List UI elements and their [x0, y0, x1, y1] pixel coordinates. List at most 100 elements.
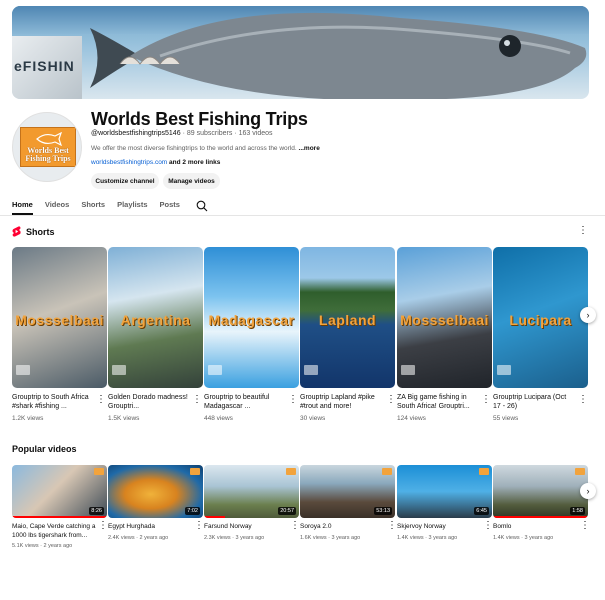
video-meta: 1.4K views · 3 years ago — [397, 535, 458, 541]
video-duration: 1:58 — [570, 507, 585, 515]
video-thumbnail[interactable]: 20:57 — [204, 465, 299, 518]
short-more-icon[interactable]: ⋮ — [386, 395, 396, 405]
watermark-logo — [286, 468, 296, 475]
short-more-icon[interactable]: ⋮ — [288, 395, 298, 405]
popular-next-button[interactable]: › — [580, 483, 596, 499]
short-title[interactable]: Golden Dorado madness! Grouptri... — [108, 393, 190, 411]
video-thumbnail[interactable]: 8:26 — [12, 465, 107, 518]
shorts-next-button[interactable]: › — [580, 307, 596, 323]
video-more-icon[interactable]: ⋮ — [98, 521, 108, 531]
short-views: 30 views — [300, 415, 326, 422]
video-thumbnail[interactable]: 53:13 — [300, 465, 395, 518]
video-title[interactable]: Egypt Hurghada — [108, 522, 194, 531]
short-title[interactable]: Grouptrip to South Africa #shark #fishin… — [12, 393, 94, 411]
short-overlay-text: Mossselbaai — [400, 312, 489, 328]
short-title[interactable]: ZA Big game fishing in South Africa! Gro… — [397, 393, 479, 411]
short-overlay-text: Mossselbaai — [15, 312, 104, 328]
more-links-link[interactable]: and 2 more links — [169, 159, 220, 166]
shorts-section-title: Shorts — [12, 226, 55, 237]
channel-avatar[interactable]: Worlds Best Fishing Trips — [12, 112, 82, 182]
short-thumbnail[interactable]: Madagascar — [204, 247, 299, 388]
description-more-link[interactable]: ...more — [299, 145, 320, 152]
short-more-icon[interactable]: ⋮ — [578, 395, 588, 405]
video-title[interactable]: Maio, Cape Verde catching a 1000 lbs tig… — [12, 522, 98, 540]
channel-banner: eFISHIN — [12, 6, 589, 99]
chevron-right-icon: › — [586, 486, 590, 496]
channel-links: worldsbestfishingtrips.com and 2 more li… — [91, 159, 220, 166]
customize-channel-button[interactable]: Customize channel — [91, 173, 159, 189]
watermark-logo — [401, 365, 415, 375]
tab-videos[interactable]: Videos — [45, 199, 69, 215]
short-views: 1.2K views — [12, 415, 44, 422]
short-thumbnail[interactable]: Mossselbaai — [397, 247, 492, 388]
short-overlay-text: Argentina — [120, 312, 191, 328]
description-text: We offer the most diverse fishingtrips t… — [91, 145, 297, 152]
shorts-title-text: Shorts — [26, 226, 55, 237]
channel-website-link[interactable]: worldsbestfishingtrips.com — [91, 159, 167, 166]
video-duration: 8:26 — [89, 507, 104, 515]
watermark-logo — [16, 365, 30, 375]
channel-logo: Worlds Best Fishing Trips — [20, 127, 76, 167]
search-icon[interactable] — [196, 200, 208, 212]
video-meta: 5.1K views · 2 years ago — [12, 543, 73, 548]
watermark-logo — [208, 365, 222, 375]
video-more-icon[interactable]: ⋮ — [387, 521, 397, 531]
channel-handle: @worldsbestfishingtrips5146 — [91, 130, 181, 137]
video-duration: 6:45 — [474, 507, 489, 515]
video-title[interactable]: Soroya 2.0 — [300, 522, 386, 531]
video-meta: 2.4K views · 2 years ago — [108, 535, 169, 541]
manage-videos-button[interactable]: Manage videos — [163, 173, 220, 189]
channel-description[interactable]: We offer the most diverse fishingtrips t… — [91, 145, 320, 152]
video-title[interactable]: Bomlo — [493, 522, 579, 531]
popular-title-text: Popular videos — [12, 444, 77, 454]
shorts-icon — [12, 226, 21, 237]
short-title[interactable]: Grouptrip to beautiful Madagascar ... — [204, 393, 286, 411]
video-thumbnail[interactable]: 7:02 — [108, 465, 203, 518]
video-more-icon[interactable]: ⋮ — [580, 521, 590, 531]
short-overlay-text: Lucipara — [509, 312, 572, 328]
video-meta: 1.4K views · 3 years ago — [493, 535, 554, 541]
tab-home[interactable]: Home — [12, 199, 33, 215]
video-title[interactable]: Farsund Norway — [204, 522, 290, 531]
channel-meta: @worldsbestfishingtrips5146 · 89 subscri… — [91, 130, 273, 137]
short-thumbnail[interactable]: Argentina — [108, 247, 203, 388]
banner-fish-image — [90, 12, 587, 99]
watermark-logo — [190, 468, 200, 475]
tab-posts[interactable]: Posts — [160, 199, 180, 215]
short-more-icon[interactable]: ⋮ — [481, 395, 491, 405]
video-count: 163 videos — [238, 130, 273, 137]
video-title[interactable]: Skjervoy Norway — [397, 522, 483, 531]
short-views: 448 views — [204, 415, 233, 422]
watermark-logo — [112, 365, 126, 375]
meta-separator: · — [182, 130, 185, 137]
video-meta: 1.6K views · 3 years ago — [300, 535, 361, 541]
short-title[interactable]: Grouptrip Lapland #pike #trout and more! — [300, 393, 382, 411]
short-thumbnail[interactable]: Lucipara — [493, 247, 588, 388]
short-title[interactable]: Grouptrip Lucipara (Oct 17 - 26) — [493, 393, 575, 411]
video-more-icon[interactable]: ⋮ — [290, 521, 300, 531]
shorts-section-more-icon[interactable]: ⋮ — [578, 226, 588, 236]
short-views: 124 views — [397, 415, 426, 422]
short-views: 1.5K views — [108, 415, 140, 422]
video-duration: 20:57 — [278, 507, 296, 515]
tab-playlists[interactable]: Playlists — [117, 199, 147, 215]
short-more-icon[interactable]: ⋮ — [192, 395, 202, 405]
short-thumbnail[interactable]: Lapland — [300, 247, 395, 388]
watermark-logo — [479, 468, 489, 475]
video-thumbnail[interactable]: 6:45 — [397, 465, 492, 518]
logo-text: Worlds Best Fishing Trips — [25, 146, 71, 163]
chevron-right-icon: › — [586, 310, 590, 320]
video-more-icon[interactable]: ⋮ — [194, 521, 204, 531]
popular-section-title: Popular videos — [12, 444, 77, 454]
short-more-icon[interactable]: ⋮ — [96, 395, 106, 405]
short-thumbnail[interactable]: Mossselbaai — [12, 247, 107, 388]
tab-shorts[interactable]: Shorts — [81, 199, 105, 215]
logo-fish-icon — [36, 132, 62, 146]
video-meta: 2.3K views · 3 years ago — [204, 535, 265, 541]
watermark-logo — [497, 365, 511, 375]
video-more-icon[interactable]: ⋮ — [483, 521, 493, 531]
video-duration: 7:02 — [185, 507, 200, 515]
watermark-logo — [304, 365, 318, 375]
short-overlay-text: Lapland — [318, 312, 377, 328]
video-thumbnail[interactable]: 1:58 — [493, 465, 588, 518]
